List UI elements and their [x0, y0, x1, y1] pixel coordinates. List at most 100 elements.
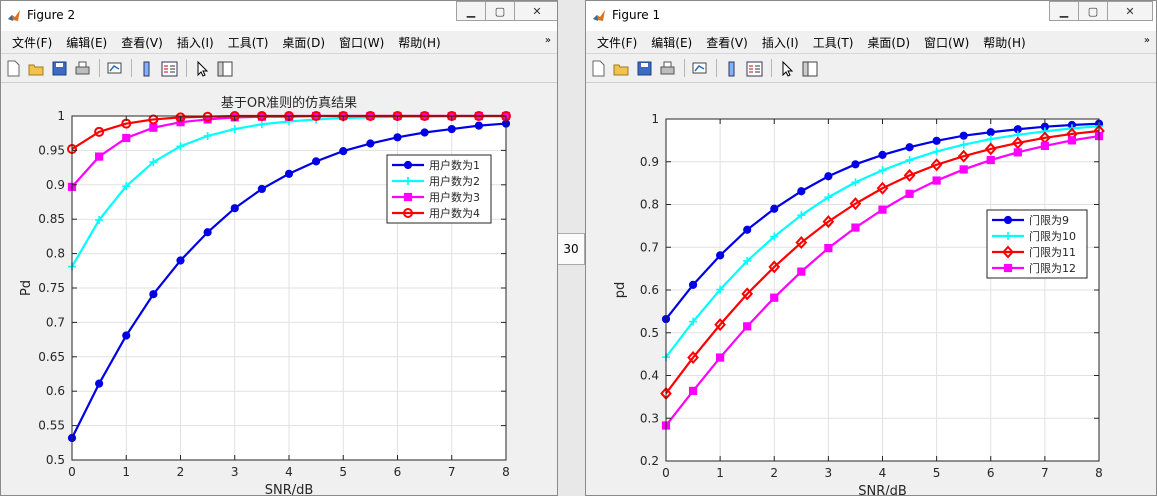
figure-window-2[interactable]: Figure 2 ▁ ▢ ✕ 文件(F) 编辑(E) 查看(V) 插入(I) 工具(T)…: [0, 0, 558, 496]
new-figure-button[interactable]: [3, 58, 23, 78]
close-button[interactable]: ✕: [514, 1, 557, 21]
print-icon: [75, 61, 89, 74]
menu-item-2[interactable]: 查看(V): [699, 34, 755, 51]
menu-item-1[interactable]: 编辑(E): [59, 34, 114, 51]
data-point: [1040, 141, 1049, 151]
pointer-button[interactable]: [191, 58, 211, 78]
legend-button[interactable]: [159, 58, 179, 78]
data-point: [878, 205, 887, 214]
open-file-icon: [28, 64, 43, 75]
menu-item-0[interactable]: 文件(F): [590, 34, 644, 51]
open-file-button[interactable]: [26, 58, 46, 78]
menu-item-1[interactable]: 编辑(E): [644, 34, 699, 51]
y-tick-label: 0.6: [640, 283, 659, 297]
x-tick-label: 0: [68, 465, 76, 479]
menu-item-5[interactable]: 桌面(D): [275, 34, 332, 51]
menu-bar: 文件(F) 编辑(E) 查看(V) 插入(I) 工具(T) 桌面(D) 窗口(W) 帮助(H): [1, 31, 557, 54]
data-point: [1003, 215, 1013, 225]
data-point: [176, 256, 185, 265]
y-tick-label: 0.5: [640, 326, 659, 340]
property-editor-button[interactable]: [214, 58, 234, 78]
minimize-button[interactable]: ▁: [456, 1, 486, 21]
data-point: [743, 322, 752, 331]
background-window-tab[interactable]: 30: [557, 233, 585, 265]
property-editor-icon: [217, 61, 232, 76]
y-tick-label: 1: [651, 112, 659, 126]
print-button[interactable]: [657, 58, 677, 78]
data-point: [770, 293, 779, 302]
print-icon: [660, 61, 674, 74]
link-plot-button[interactable]: [104, 58, 124, 78]
menu-item-3[interactable]: 插入(I): [755, 34, 806, 51]
y-tick-label: 0.6: [46, 384, 65, 398]
x-tick-label: 5: [933, 466, 941, 480]
toolbar-separator: [131, 59, 132, 77]
data-point: [986, 155, 995, 165]
menu-item-7[interactable]: 帮助(H): [391, 34, 447, 51]
legend[interactable]: 用户数为1 用户数为2 用户数为3 用户数为4: [386, 154, 492, 224]
double-chevron-icon[interactable]: »: [1144, 35, 1150, 46]
print-button[interactable]: [72, 58, 92, 78]
window-title: Figure 2: [27, 8, 76, 22]
data-point: [203, 228, 212, 237]
colorbar-button[interactable]: [136, 58, 156, 78]
legend[interactable]: 门限为9 门限为10 门限为11 门限为12: [986, 209, 1088, 279]
new-figure-button[interactable]: [588, 58, 608, 78]
figure-window-1[interactable]: Figure 1 ▁ ▢ ✕ 文件(F) 编辑(E) 查看(V) 插入(I) 工具(T)…: [585, 0, 1157, 496]
chart[interactable]: 0 1 2 3 4 5 6 7 8 0.5 0.55 0.6 0.65 0.7 0.75 0.8 0.85 0.9…: [1, 83, 557, 496]
window-title: Figure 1: [612, 8, 661, 22]
menu-item-0[interactable]: 文件(F): [5, 34, 59, 51]
toolbar-separator: [186, 59, 187, 77]
data-point: [824, 172, 833, 181]
y-tick-label: 0.8: [640, 198, 659, 212]
data-point: [1013, 148, 1022, 157]
data-point: [1067, 136, 1077, 145]
menu-item-4[interactable]: 工具(T): [806, 34, 861, 51]
title-bar[interactable]: Figure 2 ▁ ▢ ✕: [1, 1, 557, 31]
y-tick-label: 0.75: [38, 281, 65, 295]
menu-item-4[interactable]: 工具(T): [221, 34, 276, 51]
menu-item-7[interactable]: 帮助(H): [976, 34, 1032, 51]
y-tick-label: 0.3: [640, 411, 659, 425]
data-point: [366, 139, 375, 148]
data-point: [959, 165, 968, 174]
menu-item-6[interactable]: 窗口(W): [917, 34, 976, 51]
double-chevron-icon[interactable]: »: [545, 35, 551, 46]
open-file-icon: [613, 64, 628, 75]
x-tick-label: 5: [339, 465, 347, 479]
close-icon: ✕: [532, 4, 542, 18]
menu-item-6[interactable]: 窗口(W): [332, 34, 391, 51]
menu-item-2[interactable]: 查看(V): [114, 34, 170, 51]
legend-label: 门限为9: [1029, 213, 1069, 227]
menu-item-3[interactable]: 插入(I): [170, 34, 221, 51]
save-icon: [52, 61, 66, 75]
y-tick-label: 0.5: [46, 453, 65, 467]
legend-label: 门限为10: [1029, 229, 1076, 243]
open-file-button[interactable]: [611, 58, 631, 78]
data-point: [312, 157, 321, 166]
maximize-button[interactable]: ▢: [485, 1, 515, 21]
save-button[interactable]: [49, 58, 69, 78]
toolbar: [586, 54, 1156, 83]
data-point: [393, 133, 402, 142]
property-editor-button[interactable]: [799, 58, 819, 78]
link-plot-button[interactable]: [689, 58, 709, 78]
close-button[interactable]: ✕: [1107, 1, 1153, 21]
data-point: [743, 225, 752, 234]
data-point: [878, 150, 887, 160]
y-tick-label: 0.2: [640, 454, 659, 468]
minimize-button[interactable]: ▁: [1049, 1, 1079, 21]
data-point: [95, 379, 104, 388]
pointer-button[interactable]: [776, 58, 796, 78]
data-point: [149, 290, 158, 299]
colorbar-button[interactable]: [721, 58, 741, 78]
menu-item-5[interactable]: 桌面(D): [860, 34, 917, 51]
legend-button[interactable]: [744, 58, 764, 78]
new-figure-icon: [7, 60, 19, 76]
chart[interactable]: 0 1 2 3 4 5 6 7 8 0.2 0.3 0.4 0.5 0.6 0.7 0.8 0.9 1 SNR/dB…: [586, 83, 1156, 496]
title-bar[interactable]: Figure 1 ▁ ▢ ✕: [586, 1, 1156, 31]
x-tick-label: 8: [1095, 466, 1103, 480]
save-button[interactable]: [634, 58, 654, 78]
maximize-button[interactable]: ▢: [1078, 1, 1108, 21]
x-axis-label: SNR/dB: [265, 483, 314, 496]
